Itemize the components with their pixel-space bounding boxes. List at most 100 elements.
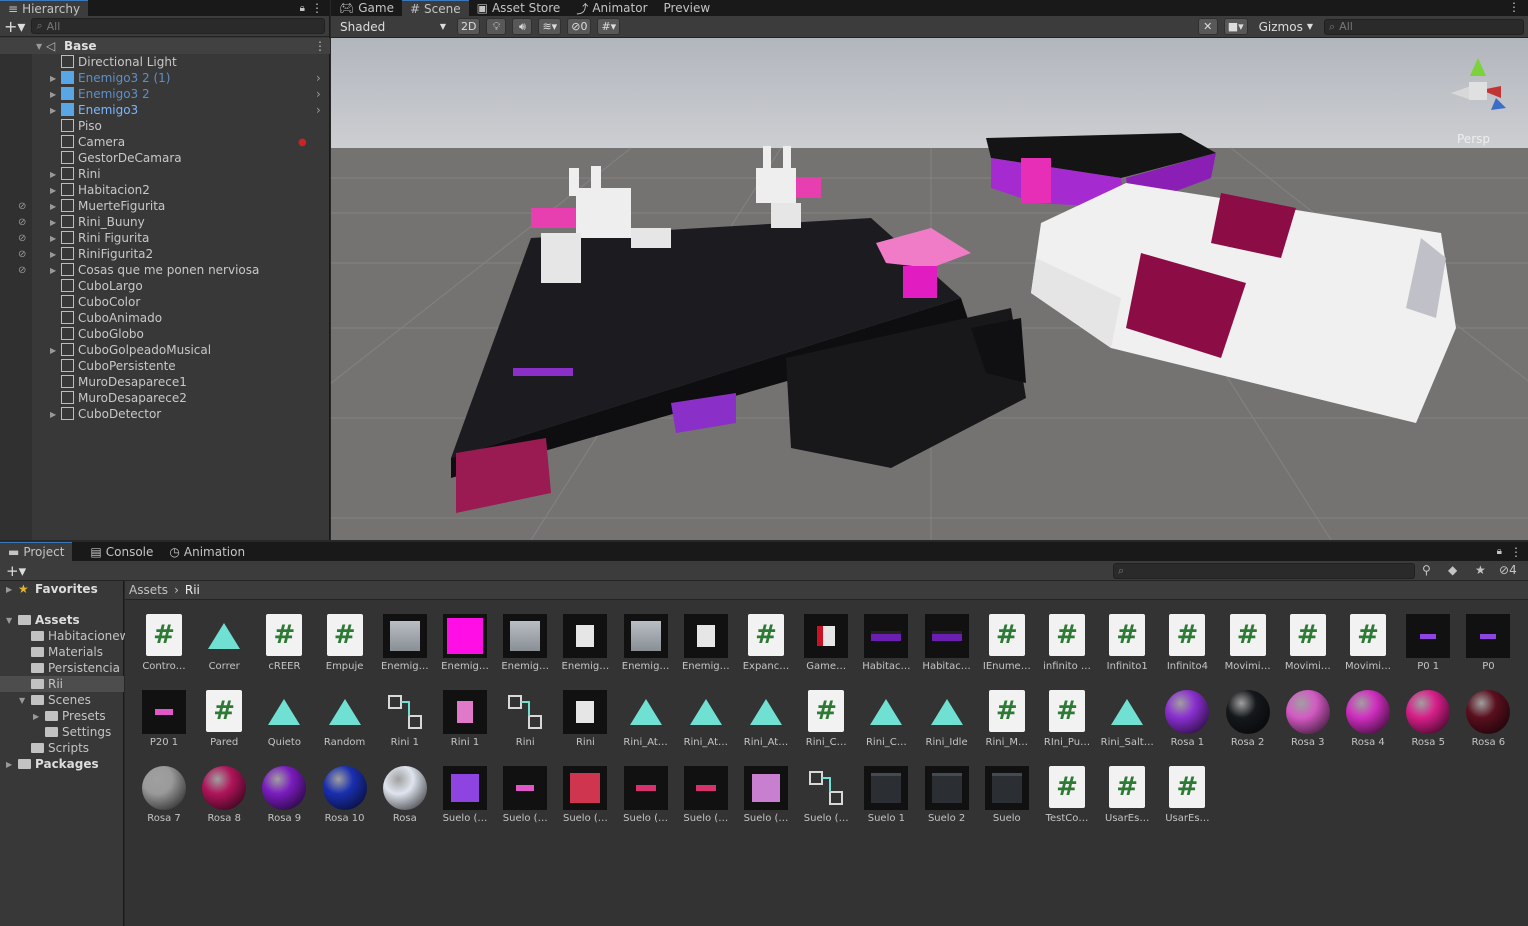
hierarchy-item[interactable]: GestorDeCamara bbox=[0, 150, 330, 166]
chevron-right-icon[interactable]: › bbox=[316, 87, 321, 101]
tab-console[interactable]: ▤ Console bbox=[82, 542, 161, 561]
asset-item[interactable]: # Movimi… bbox=[1278, 600, 1338, 674]
hierarchy-item[interactable]: Camera ● bbox=[0, 134, 330, 150]
kebab-menu-icon[interactable]: ⋮ bbox=[1510, 545, 1522, 559]
asset-item[interactable]: Suelo (… bbox=[736, 752, 796, 826]
tree-folder-habitacionew[interactable]: Habitacionew bbox=[0, 628, 129, 644]
asset-item[interactable]: Habitac… bbox=[917, 600, 977, 674]
expand-arrow-icon[interactable]: ▼ bbox=[6, 616, 12, 625]
asset-item[interactable]: Rosa 2 bbox=[1218, 676, 1278, 750]
chevron-right-icon[interactable]: › bbox=[316, 103, 321, 117]
asset-item[interactable]: # UsarEs… bbox=[1157, 752, 1217, 826]
effects-toggle-icon[interactable]: ≋▾ bbox=[538, 18, 562, 35]
asset-item[interactable]: Suelo (… bbox=[495, 752, 555, 826]
hierarchy-item[interactable]: Piso bbox=[0, 118, 330, 134]
expand-arrow-icon[interactable]: ▶ bbox=[50, 250, 56, 259]
expand-arrow-icon[interactable]: ▶ bbox=[50, 106, 56, 115]
expand-arrow-icon[interactable]: ▼ bbox=[19, 696, 25, 705]
scene-root-row[interactable]: ▼ ◁ Base ⋮ bbox=[0, 38, 330, 54]
favorite-star-icon[interactable]: ★ bbox=[1475, 563, 1486, 577]
add-icon[interactable]: +▾ bbox=[6, 562, 26, 580]
expand-arrow-icon[interactable]: ▶ bbox=[50, 74, 56, 83]
expand-arrow-icon[interactable]: ▶ bbox=[50, 90, 56, 99]
expand-arrow-icon[interactable]: ▶ bbox=[50, 218, 56, 227]
asset-item[interactable]: Rini_At… bbox=[676, 676, 736, 750]
asset-item[interactable]: Rosa bbox=[375, 752, 435, 826]
asset-item[interactable]: # RIni_Pu… bbox=[1037, 676, 1097, 750]
asset-item[interactable]: Rini_C… bbox=[856, 676, 916, 750]
hierarchy-item[interactable]: CuboLargo bbox=[0, 278, 330, 294]
gizmos-dropdown[interactable]: Gizmos ▼ bbox=[1253, 18, 1318, 35]
hierarchy-item[interactable]: ▶ ⊘ Cosas que me ponen nerviosa bbox=[0, 262, 330, 278]
add-icon[interactable]: +▾ bbox=[4, 17, 25, 36]
visibility-off-icon[interactable]: ⊘ bbox=[18, 201, 26, 212]
asset-item[interactable]: Rini_Idle bbox=[917, 676, 977, 750]
hierarchy-item[interactable]: ▶ Enemigo3 › bbox=[0, 102, 330, 118]
asset-item[interactable]: # Movimi… bbox=[1338, 600, 1398, 674]
hierarchy-item[interactable]: CuboPersistente bbox=[0, 358, 330, 374]
asset-item[interactable]: Rini 1 bbox=[435, 676, 495, 750]
project-search-input[interactable]: ⌕ bbox=[1113, 563, 1415, 579]
hierarchy-item[interactable]: ▶ ⊘ RiniFigurita2 bbox=[0, 246, 330, 262]
expand-arrow-icon[interactable]: ▶ bbox=[6, 585, 12, 594]
hierarchy-item[interactable]: ▶ ⊘ Rini Figurita bbox=[0, 230, 330, 246]
asset-item[interactable]: # Infinito4 bbox=[1157, 600, 1217, 674]
lock-icon[interactable]: 🔒︎ bbox=[300, 3, 305, 14]
filter-type-icon[interactable]: ⚲ bbox=[1422, 563, 1431, 577]
shading-dropdown[interactable]: Shaded ▼ bbox=[335, 18, 451, 35]
expand-arrow-icon[interactable]: ▶ bbox=[50, 266, 56, 275]
tab-asset-store[interactable]: ▣ Asset Store bbox=[469, 0, 569, 16]
visibility-off-icon[interactable]: ⊘ bbox=[18, 249, 26, 260]
hierarchy-item[interactable]: ▶ CuboDetector bbox=[0, 406, 330, 422]
kebab-menu-icon[interactable]: ⋮ bbox=[314, 39, 326, 53]
asset-item[interactable]: # Expanc… bbox=[736, 600, 796, 674]
tab-game[interactable]: 🎮︎ Game bbox=[331, 0, 402, 16]
tab-project[interactable]: ▬ Project bbox=[0, 542, 73, 561]
label-tag-icon[interactable]: ◆ bbox=[1448, 563, 1457, 577]
hierarchy-item[interactable]: CuboGlobo bbox=[0, 326, 330, 342]
hierarchy-item[interactable]: ▶ Habitacion2 bbox=[0, 182, 330, 198]
tab-hierarchy[interactable]: ≡ Hierarchy bbox=[0, 0, 89, 16]
tree-folder-rii[interactable]: Rii bbox=[0, 676, 124, 692]
grid-toggle-icon[interactable]: #▾ bbox=[597, 18, 621, 35]
tree-folder-scenes[interactable]: ▼ Scenes bbox=[0, 692, 124, 708]
scene-viewport[interactable]: Persp bbox=[331, 38, 1528, 540]
asset-item[interactable]: Rini_Salt… bbox=[1097, 676, 1157, 750]
hierarchy-item[interactable]: ▶ CuboGolpeadoMusical bbox=[0, 342, 330, 358]
kebab-menu-icon[interactable]: ⋮ bbox=[311, 1, 323, 15]
asset-item[interactable]: Rini_At… bbox=[616, 676, 676, 750]
asset-item[interactable]: Rini bbox=[495, 676, 555, 750]
asset-item[interactable]: # Rini_M… bbox=[977, 676, 1037, 750]
hierarchy-item[interactable]: ▶ Enemigo3 2 › bbox=[0, 86, 330, 102]
hidden-objects-button[interactable]: ⊘ 0 bbox=[567, 18, 592, 35]
asset-item[interactable]: Enemig… bbox=[375, 600, 435, 674]
asset-item[interactable]: # UsarEs… bbox=[1097, 752, 1157, 826]
asset-item[interactable]: Quieto bbox=[254, 676, 314, 750]
hierarchy-item[interactable]: ▶ ⊘ MuerteFigurita bbox=[0, 198, 330, 214]
asset-item[interactable]: Rosa 8 bbox=[194, 752, 254, 826]
persp-label[interactable]: Persp bbox=[1457, 132, 1490, 146]
asset-item[interactable]: Suelo (… bbox=[796, 752, 856, 826]
tab-animation[interactable]: ◷ Animation bbox=[161, 542, 253, 561]
expand-arrow-icon[interactable]: ▶ bbox=[50, 170, 56, 179]
asset-item[interactable]: Enemig… bbox=[495, 600, 555, 674]
expand-arrow-icon[interactable]: ▶ bbox=[6, 760, 12, 769]
asset-item[interactable]: # infinito … bbox=[1037, 600, 1097, 674]
asset-item[interactable]: # Contro… bbox=[134, 600, 194, 674]
asset-item[interactable]: Rosa 7 bbox=[134, 752, 194, 826]
asset-item[interactable]: Rosa 5 bbox=[1398, 676, 1458, 750]
asset-item[interactable]: Suelo (… bbox=[555, 752, 615, 826]
asset-item[interactable]: Game… bbox=[796, 600, 856, 674]
hierarchy-item[interactable]: CuboAnimado bbox=[0, 310, 330, 326]
asset-item[interactable]: # Movimi… bbox=[1218, 600, 1278, 674]
expand-arrow-icon[interactable]: ▶ bbox=[50, 346, 56, 355]
lock-icon[interactable]: 🔒︎ bbox=[1497, 546, 1502, 557]
asset-item[interactable]: Suelo 2 bbox=[917, 752, 977, 826]
hierarchy-item[interactable]: ▶ Rini bbox=[0, 166, 330, 182]
asset-item[interactable]: Random bbox=[315, 676, 375, 750]
asset-item[interactable]: Rosa 4 bbox=[1338, 676, 1398, 750]
tab-preview[interactable]: Preview bbox=[656, 0, 719, 16]
asset-item[interactable]: # Rini_C… bbox=[796, 676, 856, 750]
asset-item[interactable]: # IEnume… bbox=[977, 600, 1037, 674]
asset-item[interactable]: Rosa 10 bbox=[315, 752, 375, 826]
